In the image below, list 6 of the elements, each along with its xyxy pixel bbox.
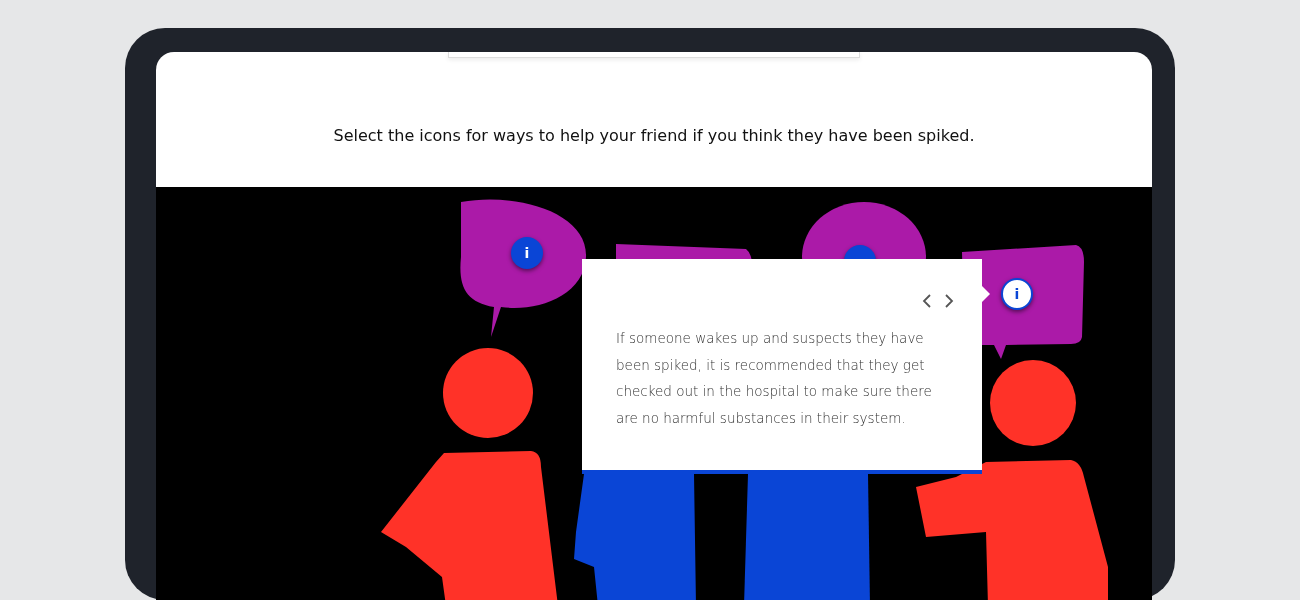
chevron-right-icon: [944, 294, 954, 308]
popup-text: If someone wakes up and suspects they have been spiked, it is recommended that they get checked out in the hospital to make sure there are no harmful substances in their system.: [616, 329, 933, 428]
next-button[interactable]: [942, 292, 956, 310]
instruction-text: Select the icons for ways to help your friend if you think they have been spiked.: [332, 125, 976, 147]
chevron-left-icon: [922, 294, 932, 308]
previous-button[interactable]: [920, 292, 934, 310]
